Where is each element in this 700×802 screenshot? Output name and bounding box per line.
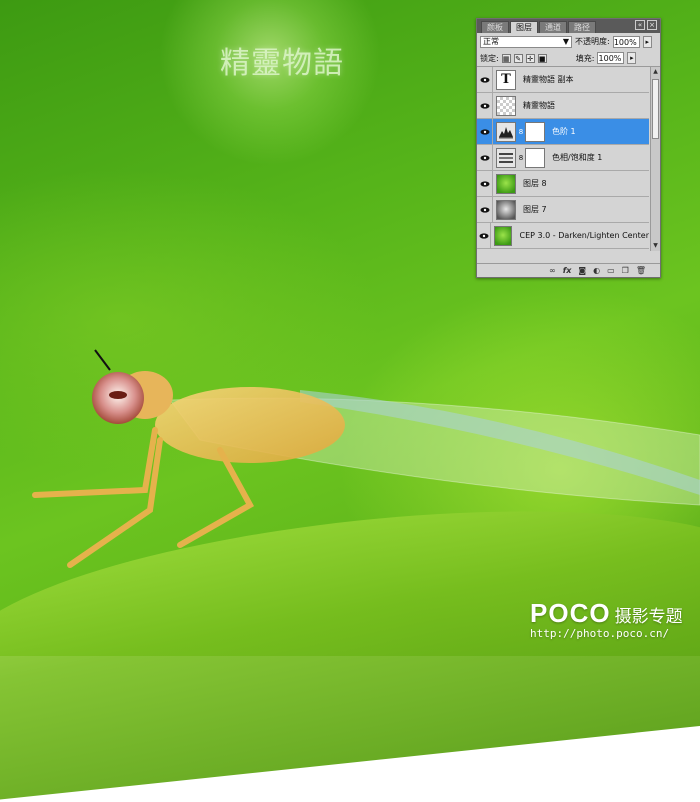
- layer-row[interactable]: 8 色相/饱和度 1: [477, 144, 649, 171]
- scrollbar-thumb[interactable]: [652, 79, 659, 139]
- layer-name: 色阶 1: [552, 127, 576, 136]
- eye-pupil: [109, 391, 127, 399]
- layer-row[interactable]: 精靈物語: [477, 92, 649, 119]
- link-icon[interactable]: 8: [517, 154, 525, 162]
- lock-row: 锁定: ▦ ✎ ✛ ■ 填充: 100% ▸: [477, 50, 660, 67]
- poco-watermark: POCO 摄影专题 http://photo.poco.cn/: [530, 598, 683, 640]
- tab-paths[interactable]: 路径: [568, 21, 596, 33]
- visibility-eye-icon[interactable]: [477, 66, 493, 93]
- trash-icon[interactable]: 🗑: [636, 266, 646, 276]
- opacity-input[interactable]: 100%: [612, 35, 640, 48]
- watermark-title: 精靈物語: [220, 46, 344, 81]
- fx-icon[interactable]: fx: [563, 266, 572, 276]
- hue-saturation-icon: [496, 147, 516, 168]
- opacity-arrow-icon[interactable]: ▸: [642, 35, 652, 48]
- blend-mode-value: 正常: [483, 37, 499, 46]
- leg: [32, 427, 158, 498]
- visibility-eye-icon[interactable]: [477, 222, 492, 249]
- image-layer-thumb: [496, 199, 516, 220]
- fill-input[interactable]: 100%: [597, 52, 625, 64]
- blend-mode-select[interactable]: 正常 ▼: [480, 35, 572, 48]
- leg: [67, 437, 163, 568]
- layer-mask-thumb: [525, 121, 545, 142]
- tab-channels[interactable]: 通道: [539, 21, 567, 33]
- layer-mask-thumb: [525, 147, 545, 168]
- damselfly-illustration: [32, 349, 700, 568]
- lock-transparent-icon[interactable]: ▦: [501, 53, 511, 63]
- antenna: [94, 349, 111, 371]
- adjustment-icon[interactable]: ◐: [593, 266, 600, 276]
- layer-name: 精靈物語 副本: [523, 75, 574, 84]
- group-icon[interactable]: ▭: [607, 266, 615, 276]
- layer-row[interactable]: 图层 8: [477, 170, 649, 197]
- link-icon[interactable]: 8: [517, 128, 525, 136]
- new-layer-icon[interactable]: ❐: [622, 266, 629, 276]
- visibility-eye-icon[interactable]: [477, 196, 493, 223]
- scroll-down-icon[interactable]: ▼: [652, 242, 659, 250]
- layer-row[interactable]: CEP 3.0 - Darken/Lighten Center: [477, 222, 649, 249]
- visibility-eye-icon[interactable]: [477, 92, 493, 119]
- blend-row: 正常 ▼ 不透明度: 100% ▸: [477, 33, 660, 50]
- tab-swatches[interactable]: 颜板: [481, 21, 509, 33]
- opacity-label: 不透明度:: [575, 37, 610, 46]
- layer-row-selected[interactable]: 8 色阶 1: [477, 118, 649, 145]
- layers-scrollbar[interactable]: ▲ ▼: [650, 67, 660, 251]
- poco-logo: POCO: [530, 598, 611, 628]
- panel-tab-bar: 颜板 图层 通道 路径 « ×: [477, 19, 660, 33]
- layer-row[interactable]: T 精靈物語 副本: [477, 66, 649, 93]
- layers-list: T 精靈物語 副本 精靈物語 8 色阶 1 8 色相/饱和度 1 图层 8 图层…: [477, 66, 660, 251]
- fill-label: 填充:: [575, 53, 595, 63]
- visibility-eye-icon[interactable]: [477, 118, 493, 145]
- poco-subtitle: 摄影专题: [614, 607, 683, 627]
- tab-layers[interactable]: 图层: [510, 21, 538, 33]
- text-layer-thumb: T: [496, 69, 516, 90]
- levels-icon: [496, 121, 516, 142]
- scroll-up-icon[interactable]: ▲: [652, 68, 659, 76]
- visibility-eye-icon[interactable]: [477, 144, 493, 171]
- layer-name: 图层 8: [523, 179, 547, 188]
- panel-footer: ∞ fx ◙ ◐ ▭ ❐ 🗑: [477, 263, 660, 277]
- chevron-down-icon: ▼: [562, 37, 569, 46]
- lock-brush-icon[interactable]: ✎: [513, 53, 523, 63]
- lock-move-icon[interactable]: ✛: [525, 53, 535, 63]
- transparent-layer-thumb: [496, 95, 516, 116]
- image-layer-thumb: [496, 173, 516, 194]
- lock-all-icon[interactable]: ■: [537, 53, 547, 63]
- poco-url: http://photo.poco.cn/: [530, 627, 670, 640]
- image-layer-thumb: [494, 225, 513, 246]
- mask-icon[interactable]: ◙: [578, 266, 586, 276]
- close-icon[interactable]: ×: [647, 20, 657, 30]
- fill-arrow-icon[interactable]: ▸: [627, 52, 637, 64]
- layer-name: 精靈物語: [523, 101, 555, 110]
- collapse-icon[interactable]: «: [635, 20, 645, 30]
- thorax: [155, 387, 345, 463]
- layer-name: 图层 7: [523, 205, 547, 214]
- layer-name: 色相/饱和度 1: [552, 153, 603, 162]
- visibility-eye-icon[interactable]: [477, 170, 493, 197]
- leg: [177, 447, 255, 548]
- layers-panel: 颜板 图层 通道 路径 « × 正常 ▼ 不透明度: 100% ▸ 锁定: ▦ …: [476, 18, 661, 278]
- layer-name: CEP 3.0 - Darken/Lighten Center: [519, 231, 649, 240]
- layer-row[interactable]: 图层 7: [477, 196, 649, 223]
- lock-label: 锁定:: [480, 53, 499, 63]
- link-icon[interactable]: ∞: [549, 266, 556, 276]
